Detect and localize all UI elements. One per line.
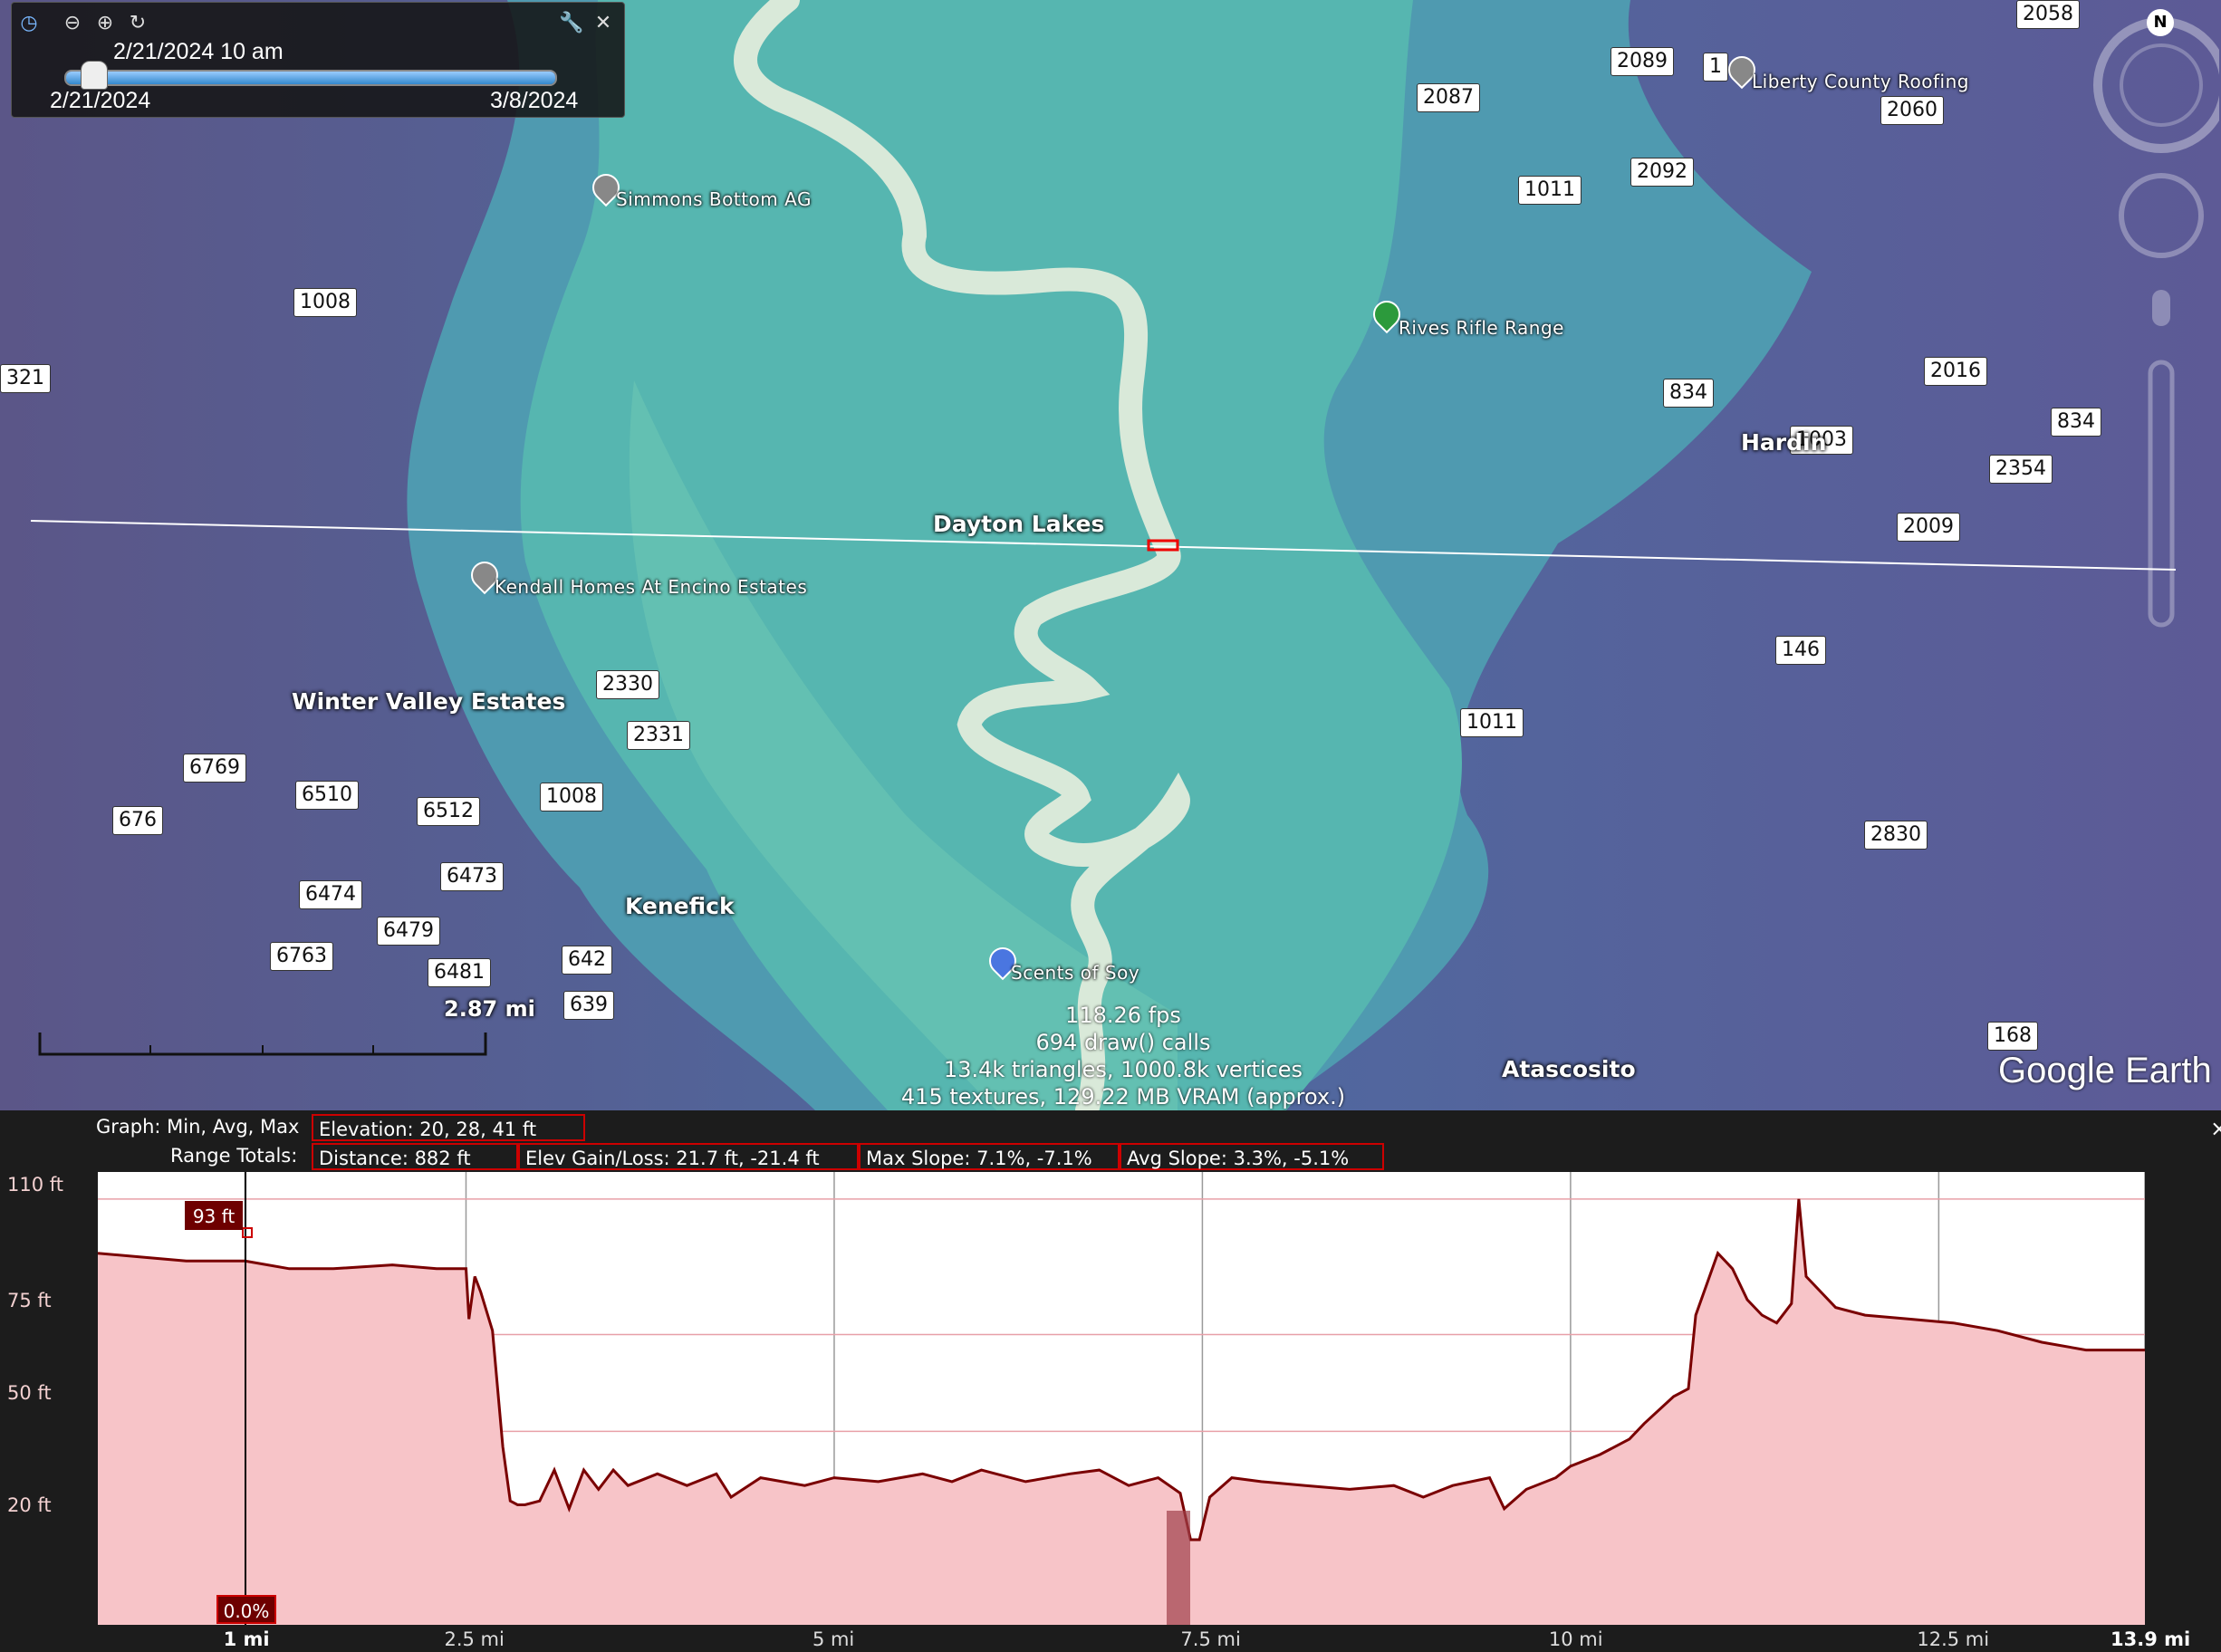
road-shield: 1011: [1518, 176, 1582, 205]
road-shield: 2354: [1989, 455, 2053, 484]
time-slider-thumb[interactable]: [81, 61, 108, 90]
road-shield: 2087: [1417, 83, 1480, 112]
place-kenefick[interactable]: Kenefick: [625, 893, 735, 919]
road-shield: 1: [1703, 53, 1728, 82]
poi-rives-rifle-range[interactable]: Rives Rifle Range: [1399, 317, 1564, 339]
road-shield: 2058: [2016, 0, 2080, 29]
distance-stat: Distance: 882 ft: [312, 1143, 518, 1170]
move-joystick[interactable]: [2119, 173, 2204, 258]
x-tick-label: 1 mi: [223, 1628, 270, 1650]
road-shield: 6512: [417, 797, 480, 826]
cursor-value: 93 ft: [193, 1205, 235, 1227]
road-shield: 2089: [1610, 47, 1674, 76]
y-tick-label: 75 ft: [7, 1290, 52, 1311]
road-shield: 1008: [540, 783, 603, 812]
triangles-text: 13.4k triangles, 1000.8k vertices: [943, 1057, 1303, 1082]
road-shield: 2092: [1630, 158, 1694, 187]
poi-kendall-homes[interactable]: Kendall Homes At Encino Estates: [495, 576, 807, 598]
road-shield: 834: [2051, 408, 2101, 437]
road-shield: 2060: [1880, 96, 1944, 125]
road-shield: 321: [0, 364, 51, 393]
clock-icon[interactable]: ◷: [17, 12, 41, 35]
place-atascosito[interactable]: Atascosito: [1502, 1056, 1636, 1082]
compass-north[interactable]: N: [2147, 9, 2174, 36]
google-earth-logo: Google Earth: [1998, 1051, 2212, 1090]
y-tick-label: 50 ft: [7, 1382, 52, 1404]
close-profile-button[interactable]: ×: [2210, 1116, 2221, 1141]
wrench-icon[interactable]: 🔧: [559, 12, 583, 35]
x-tick-label: 2.5 mi: [444, 1628, 505, 1650]
time-slider-panel[interactable]: ◷ ⊖ ⊕ ↻ 🔧 ✕ 2/21/2024 10 am 2/21/2024 3/…: [11, 2, 625, 118]
road-shield: 6769: [183, 754, 246, 783]
max-slope-stat: Max Slope: 7.1%, -7.1%: [859, 1143, 1120, 1170]
graph-label: Graph: Min, Avg, Max: [96, 1116, 300, 1138]
draw-calls-text: 694 draw() calls: [1035, 1030, 1211, 1055]
x-tick-label: 5 mi: [812, 1628, 855, 1650]
road-shield: 6510: [295, 781, 359, 810]
road-shield: 168: [1987, 1022, 2038, 1051]
road-shield: 2009: [1897, 513, 1960, 542]
x-tick-label: 10 mi: [1548, 1628, 1603, 1650]
road-shield: 2016: [1924, 357, 1987, 386]
place-dayton-lakes[interactable]: Dayton Lakes: [933, 511, 1104, 537]
road-shield: 6479: [377, 917, 440, 946]
start-date-label: 2/21/2024: [50, 88, 151, 113]
road-shield: 146: [1775, 636, 1826, 665]
street-view-pegman[interactable]: [2152, 290, 2170, 326]
end-date-label: 3/8/2024: [490, 88, 579, 113]
road-shield: 1011: [1460, 708, 1524, 737]
road-shield: 6474: [299, 880, 362, 909]
refresh-icon[interactable]: ↻: [126, 12, 149, 35]
road-shield: 6481: [428, 958, 491, 987]
place-winter-valley-estates[interactable]: Winter Valley Estates: [292, 688, 565, 715]
cursor-slope: 0.0%: [224, 1600, 270, 1622]
render-stats: 118.26 fps 694 draw() calls 13.4k triang…: [815, 1002, 1431, 1110]
current-time-label: 2/21/2024 10 am: [113, 39, 284, 64]
poi-liberty-county-roofing[interactable]: Liberty County Roofing: [1752, 71, 1969, 92]
road-shield: 639: [563, 991, 614, 1020]
elevation-chart[interactable]: 93 ft 0.0%: [98, 1172, 2145, 1625]
road-shield: 642: [562, 946, 612, 975]
fps-text: 118.26 fps: [1065, 1003, 1181, 1028]
road-shield: 6473: [440, 862, 504, 891]
zoom-in-icon[interactable]: ⊕: [93, 12, 117, 35]
x-tick-label: 13.9 mi: [2110, 1628, 2191, 1650]
y-tick-label: 20 ft: [7, 1494, 52, 1516]
road-shield: 2331: [627, 721, 690, 750]
road-shield: 2830: [1864, 821, 1928, 850]
zoom-out-icon[interactable]: ⊖: [61, 12, 84, 35]
scale-bar: [38, 1032, 487, 1056]
gain-loss-stat: Elev Gain/Loss: 21.7 ft, -21.4 ft: [518, 1143, 859, 1170]
road-shield: 6763: [270, 942, 333, 971]
road-shield: 834: [1663, 379, 1714, 408]
close-icon[interactable]: ✕: [591, 12, 615, 35]
range-totals-label: Range Totals:: [170, 1145, 298, 1167]
road-shield: 1008: [293, 288, 357, 317]
map-view[interactable]: N ◷ ⊖ ⊕ ↻ 🔧 ✕ 2/21/2024 10 am 2/21/2024 …: [0, 0, 2221, 1110]
textures-text: 415 textures, 129.22 MB VRAM (approx.): [900, 1084, 1346, 1109]
road-shield: 2330: [596, 670, 659, 699]
elevation-stats: Elevation: 20, 28, 41 ft: [312, 1114, 585, 1141]
time-slider-track[interactable]: [64, 70, 557, 86]
poi-scents-of-soy[interactable]: Scents of Soy: [1011, 962, 1139, 984]
y-tick-label: 110 ft: [7, 1174, 64, 1196]
x-tick-label: 7.5 mi: [1180, 1628, 1241, 1650]
zoom-slider[interactable]: [2148, 360, 2175, 628]
avg-slope-stat: Avg Slope: 3.3%, -5.1%: [1120, 1143, 1384, 1170]
place-hardin[interactable]: Hardin: [1741, 429, 1826, 456]
poi-simmons-bottom[interactable]: Simmons Bottom AG: [616, 188, 812, 210]
x-tick-label: 12.5 mi: [1917, 1628, 1990, 1650]
road-shield: 676: [112, 806, 163, 835]
navigation-controls[interactable]: [2083, 4, 2219, 638]
selected-range-highlight: [1167, 1511, 1190, 1625]
